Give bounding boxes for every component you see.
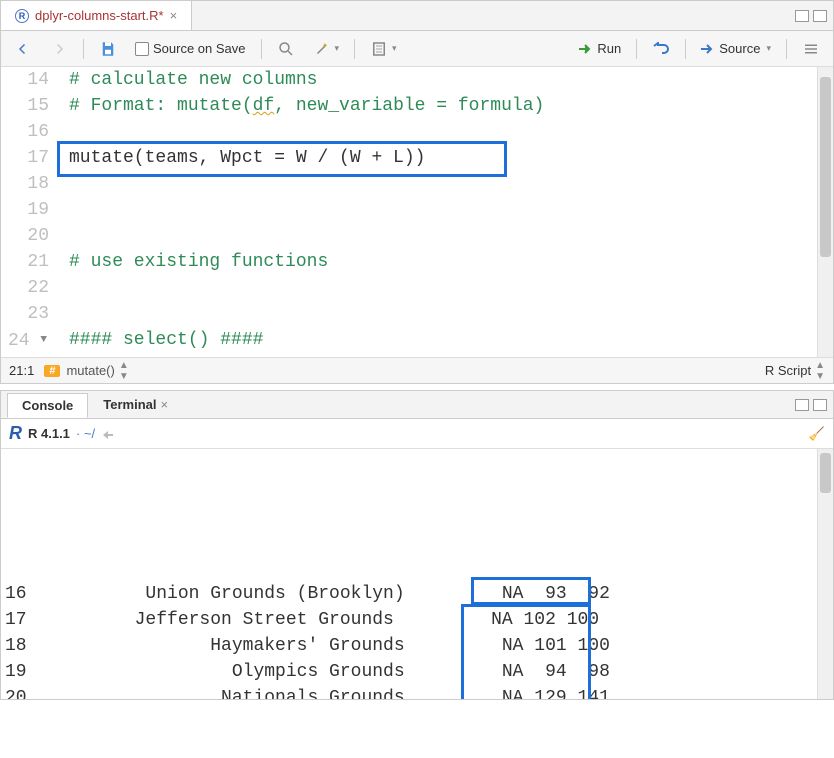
context-name[interactable]: mutate() xyxy=(66,363,114,378)
back-button[interactable] xyxy=(9,37,37,61)
separator xyxy=(261,39,262,59)
lang-stepper[interactable]: ▲▼ xyxy=(815,360,825,382)
language-mode[interactable]: R Script xyxy=(765,363,811,378)
tab-terminal[interactable]: Terminal× xyxy=(88,392,183,417)
file-tab-title: dplyr-columns-start.R* xyxy=(35,8,164,23)
console-tabbar: Console Terminal× xyxy=(1,391,833,419)
source-on-save-label: Source on Save xyxy=(153,41,246,56)
line-gutter: 1415161718192021222324 ▼ xyxy=(1,67,61,357)
source-label: Source xyxy=(719,41,760,56)
r-file-icon: R xyxy=(15,9,29,23)
console-output[interactable]: 16 Union Grounds (Brooklyn) NA 93 9217 J… xyxy=(1,449,833,699)
checkbox-icon xyxy=(135,42,149,56)
r-logo-icon: R xyxy=(9,423,22,444)
separator xyxy=(636,39,637,59)
separator xyxy=(685,39,686,59)
console-header: R R 4.1.1 · ~/ 🧹 xyxy=(1,419,833,449)
tab-console[interactable]: Console xyxy=(7,393,88,418)
editor-toolbar: Source on Save ▾ ▾ Run Source▾ xyxy=(1,31,833,67)
source-button[interactable]: Source▾ xyxy=(696,38,776,59)
file-tab[interactable]: R dplyr-columns-start.R* × xyxy=(1,1,192,30)
separator xyxy=(786,39,787,59)
editor-tabbar: R dplyr-columns-start.R* × xyxy=(1,1,833,31)
find-button[interactable] xyxy=(272,37,300,61)
separator xyxy=(354,39,355,59)
source-on-save-toggle[interactable]: Source on Save xyxy=(130,38,251,59)
minimize-icon[interactable] xyxy=(795,399,809,411)
console-pane: Console Terminal× R R 4.1.1 · ~/ 🧹 16 Un… xyxy=(0,390,834,700)
save-button[interactable] xyxy=(94,37,122,61)
close-icon[interactable]: × xyxy=(170,8,178,23)
editor-pane: R dplyr-columns-start.R* × Source on Sav… xyxy=(0,0,834,384)
popout-icon[interactable] xyxy=(101,427,115,441)
wand-button[interactable]: ▾ xyxy=(308,37,345,61)
separator xyxy=(83,39,84,59)
editor-scrollbar[interactable] xyxy=(817,67,833,357)
working-dir[interactable]: · ~/ xyxy=(76,426,95,441)
minimize-icon[interactable] xyxy=(795,10,809,22)
cursor-position: 21:1 xyxy=(9,363,34,378)
scroll-thumb[interactable] xyxy=(820,77,831,257)
run-button[interactable]: Run xyxy=(574,38,626,59)
run-label: Run xyxy=(597,41,621,56)
scroll-thumb[interactable] xyxy=(820,453,831,493)
notebook-button[interactable]: ▾ xyxy=(365,37,402,61)
rerun-button[interactable] xyxy=(647,39,675,59)
maximize-icon[interactable] xyxy=(813,399,827,411)
forward-button[interactable] xyxy=(45,37,73,61)
code-editor[interactable]: 1415161718192021222324 ▼ # calculate new… xyxy=(1,67,833,357)
close-icon[interactable]: × xyxy=(161,397,169,412)
editor-statusbar: 21:1 # mutate() ▲▼ R Script ▲▼ xyxy=(1,357,833,383)
broom-icon[interactable]: 🧹 xyxy=(809,426,825,442)
maximize-icon[interactable] xyxy=(813,10,827,22)
console-scrollbar[interactable] xyxy=(817,449,833,699)
code-area[interactable]: # calculate new columns# Format: mutate(… xyxy=(61,67,833,357)
outline-button[interactable] xyxy=(797,37,825,61)
context-badge: # xyxy=(44,365,60,377)
context-stepper[interactable]: ▲▼ xyxy=(119,360,129,382)
r-version: R 4.1.1 xyxy=(28,426,70,441)
